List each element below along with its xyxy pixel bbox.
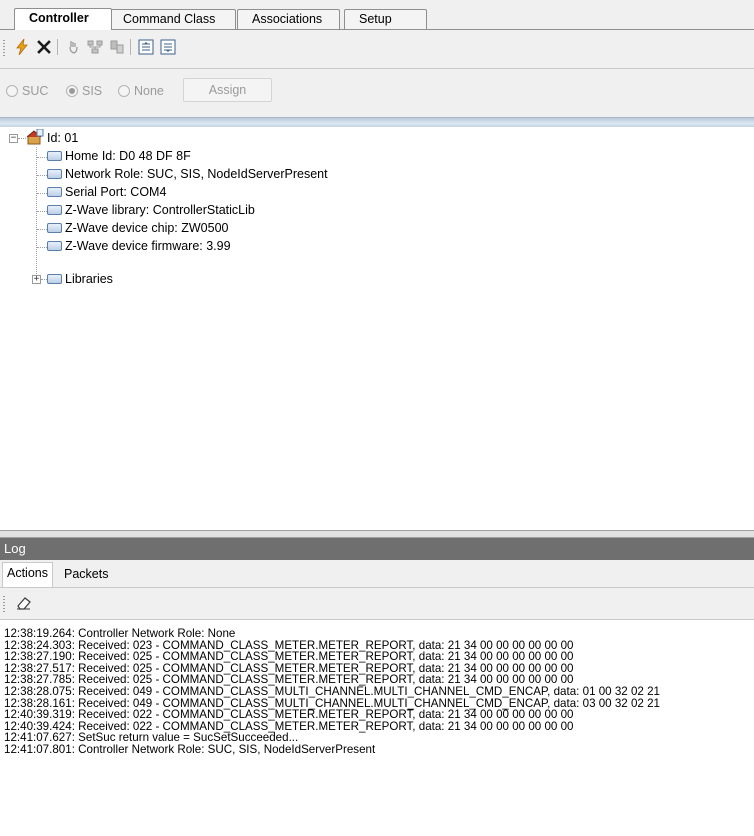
toolbar-separator [57, 39, 58, 55]
tree-connector [37, 229, 47, 231]
tree-item-label: Libraries [65, 272, 113, 286]
controller-tree: − Id: 01 Home Id: D0 48 DF 8F Network Ro… [0, 127, 754, 530]
delete-x-icon[interactable] [34, 37, 54, 57]
toolbar-grip[interactable] [3, 40, 5, 56]
node-icon [47, 150, 62, 161]
radio-label: SIS [82, 84, 103, 98]
radio-circle [118, 85, 130, 97]
tree-item-libraries[interactable]: Libraries [47, 271, 113, 288]
node-icon [47, 186, 62, 197]
tree-root-label: Id: 01 [47, 131, 79, 145]
tree-collapse-toggle[interactable]: − [9, 134, 18, 143]
node-icon [47, 204, 62, 215]
tab-setup-route[interactable]: Setup Route [344, 9, 427, 45]
tree-root-node[interactable]: Id: 01 [26, 128, 79, 147]
role-selector-bar: SUC SIS None Assign [0, 69, 754, 116]
tree-item-device-chip[interactable]: Z-Wave device chip: ZW0500 [47, 220, 228, 237]
radio-suc[interactable]: SUC [6, 83, 48, 99]
panel-splitter[interactable] [0, 117, 754, 127]
tree-connector [37, 175, 47, 177]
log-output[interactable]: 12:38:19.264: Controller Network Role: N… [0, 620, 754, 836]
log-panel-title: Log [0, 538, 754, 560]
controller-toolbar [0, 30, 754, 69]
tree-item-label: Z-Wave device firmware: 3.99 [65, 239, 231, 253]
node-icon [47, 240, 62, 251]
tree-item-serial-port[interactable]: Serial Port: COM4 [47, 184, 166, 201]
lightning-icon[interactable] [12, 37, 32, 57]
radio-circle-selected [66, 85, 78, 97]
log-line: 12:41:07.801: Controller Network Role: S… [4, 743, 376, 756]
tree-connector [18, 138, 26, 140]
log-line: 12:38:19.264: Controller Network Role: N… [4, 627, 236, 640]
tree-item-label: Z-Wave library: ControllerStaticLib [65, 203, 255, 217]
log-tab-strip: Actions Packets [0, 560, 754, 588]
tree-item-network-role[interactable]: Network Role: SUC, SIS, NodeIdServerPres… [47, 166, 328, 183]
network-icon[interactable] [85, 37, 105, 57]
node-icon [47, 222, 62, 233]
tab-label: Associations [252, 12, 323, 26]
tree-connector [37, 193, 47, 195]
assign-button[interactable]: Assign [183, 78, 272, 102]
tab-label: Actions [7, 566, 48, 580]
tree-connector [37, 247, 47, 249]
tree-item-zwave-library[interactable]: Z-Wave library: ControllerStaticLib [47, 202, 255, 219]
tree-item-label: Home Id: D0 48 DF 8F [65, 149, 191, 163]
tree-item-label: Z-Wave device chip: ZW0500 [65, 221, 229, 235]
log-toolbar [0, 588, 754, 620]
tree-item-label: Serial Port: COM4 [65, 185, 167, 199]
node-icon [47, 168, 62, 179]
node-icon [47, 273, 62, 284]
tree-item-home-id[interactable]: Home Id: D0 48 DF 8F [47, 148, 191, 165]
tab-label: Packets [64, 567, 109, 581]
radio-label: SUC [22, 84, 49, 98]
log-line: 12:38:28.075: Received: 049 - COMMAND_CL… [4, 685, 660, 698]
tab-label: Controller [29, 11, 89, 25]
log-splitter[interactable] [0, 530, 754, 538]
tree-connector [37, 157, 47, 159]
eraser-icon[interactable] [14, 593, 34, 613]
tree-item-label: Network Role: SUC, SIS, NodeIdServerPres… [65, 167, 328, 181]
radio-circle [6, 85, 18, 97]
tab-packets[interactable]: Packets [60, 564, 112, 586]
radio-label: None [134, 84, 164, 98]
tree-expand-toggle[interactable]: + [32, 275, 41, 284]
toolbar-grip[interactable] [3, 596, 5, 612]
tree-connector [36, 147, 38, 280]
tab-label: Command Class [123, 12, 216, 26]
toolbar-separator [130, 39, 131, 55]
main-tab-strip: Controller Command Class Associations Se… [0, 0, 754, 45]
tree-item-device-firmware[interactable]: Z-Wave device firmware: 3.99 [47, 238, 231, 255]
list-up-icon[interactable] [136, 37, 156, 57]
list-down-icon[interactable] [158, 37, 178, 57]
radio-sis[interactable]: SIS [66, 83, 102, 99]
tab-command-class[interactable]: Command Class [108, 9, 236, 29]
tab-associations[interactable]: Associations [237, 9, 340, 29]
controller-home-icon [26, 128, 44, 145]
tab-actions[interactable]: Actions [2, 562, 53, 587]
tree-connector [37, 211, 47, 213]
shuffle-icon[interactable] [107, 37, 127, 57]
radio-none[interactable]: None [118, 83, 164, 99]
hand-icon[interactable] [63, 37, 83, 57]
tab-controller[interactable]: Controller [14, 8, 112, 30]
